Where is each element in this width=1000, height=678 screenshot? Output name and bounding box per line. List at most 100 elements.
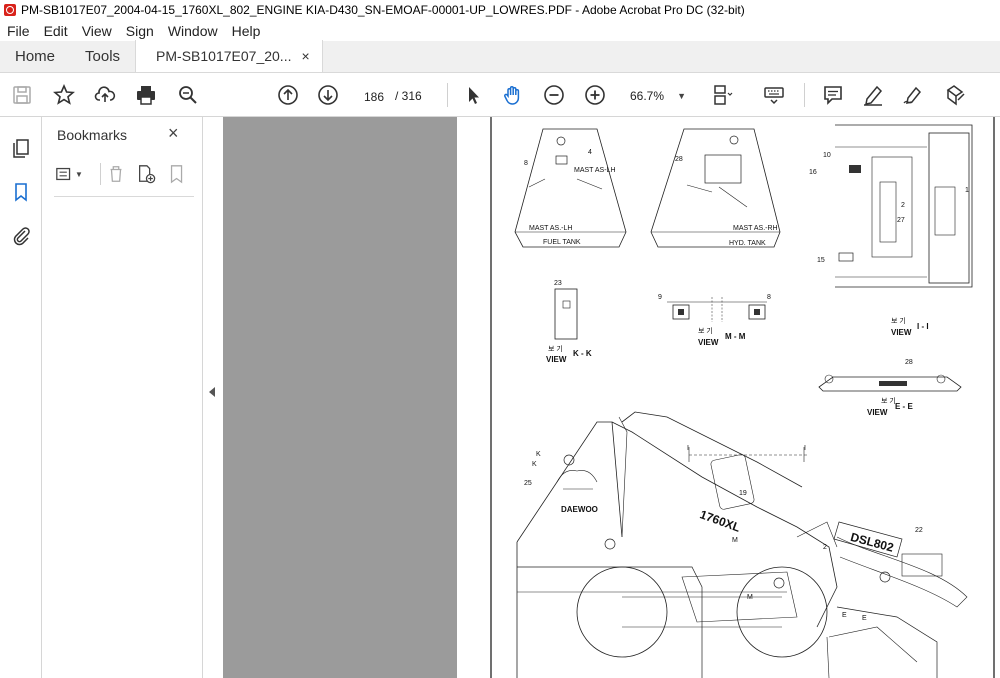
callout-2-lower: 2 (823, 544, 827, 551)
tab-document[interactable]: PM-SB1017E07_20... × (135, 40, 323, 72)
panel-splitter[interactable] (203, 117, 223, 678)
zoom-level-value: 66.7% (630, 89, 665, 103)
save-icon[interactable] (10, 83, 34, 107)
chevron-down-icon[interactable]: ▼ (74, 163, 84, 185)
fill-and-sign-icon[interactable] (943, 83, 967, 107)
view-mm-id: M - M (725, 332, 746, 341)
view-kk-label: VIEW (546, 355, 567, 364)
callout-16: 16 (809, 169, 817, 176)
acrobat-app-icon (4, 4, 16, 16)
view-mm-label: VIEW (698, 338, 719, 347)
section-mark-k-upper: K (532, 461, 537, 468)
page-count: / 316 (395, 89, 422, 103)
star-icon[interactable] (52, 83, 76, 107)
callout-9: 9 (658, 294, 662, 301)
label-mast-rh-lower: MAST AS.-RH (733, 225, 778, 232)
bookmarks-title: Bookmarks (57, 127, 128, 143)
delete-icon[interactable] (105, 163, 127, 185)
callout-4: 8 (524, 160, 528, 167)
select-cursor-icon[interactable] (462, 83, 486, 107)
window-title: PM-SB1017E07_2004-04-15_1760XL_802_ENGIN… (21, 3, 745, 17)
tab-tools[interactable]: Tools (70, 40, 135, 72)
section-mark-m-lower: M (747, 594, 753, 601)
callout-19: 22 (915, 527, 923, 534)
new-bookmark-icon[interactable] (135, 163, 157, 185)
loader-drawing (516, 411, 968, 678)
callout-10: 10 (823, 152, 831, 159)
view-ii-label: VIEW (891, 328, 912, 337)
toolbar-divider (804, 83, 805, 107)
menu-help[interactable]: Help (225, 23, 268, 39)
close-icon[interactable]: × (168, 123, 179, 144)
page-number-input[interactable]: 186 (357, 85, 391, 107)
comment-icon[interactable] (821, 83, 845, 107)
main-toolbar: 186 / 316 66.7% ▼ (0, 73, 1000, 117)
decal-model: 1760XL (698, 507, 742, 535)
bookmark-properties-icon[interactable] (166, 163, 188, 185)
section-mark-i-left: I (687, 445, 689, 452)
view-ii-id: I - I (917, 322, 929, 331)
bookmark-icon[interactable] (9, 180, 33, 204)
menu-sign[interactable]: Sign (119, 23, 161, 39)
menu-window[interactable]: Window (161, 23, 225, 39)
bookmarks-toolbar: ▼ (54, 163, 194, 197)
window-titlebar: PM-SB1017E07_2004-04-15_1760XL_802_ENGIN… (0, 0, 1000, 20)
print-icon[interactable] (134, 83, 158, 107)
tab-close-icon[interactable]: × (301, 48, 309, 64)
label-hyd-tank: HYD. TANK (729, 240, 766, 247)
tab-bar: Home Tools PM-SB1017E07_20... × (0, 40, 1000, 73)
section-mark-m-upper: M (732, 537, 738, 544)
view-kk-korean: 보 기 (548, 344, 563, 353)
zoom-search-icon[interactable] (176, 83, 200, 107)
view-ee-korean: 보 기 (881, 396, 896, 405)
view-kk-drawing (554, 288, 578, 340)
callout-22: 23 (554, 280, 562, 287)
menu-file[interactable]: File (0, 23, 37, 39)
page-layout-icon[interactable] (710, 83, 734, 107)
hand-tool-icon[interactable] (501, 83, 525, 107)
page-drawing: 8 4 MAST AS-LH MAST AS.-LH FUEL TANK 28 … (490, 117, 995, 678)
keyboard-icon[interactable] (762, 83, 786, 107)
view-ee-drawing (818, 374, 962, 392)
previous-page-icon[interactable] (276, 83, 300, 107)
view-ee-id: E - E (895, 402, 913, 411)
tab-document-label: PM-SB1017E07_20... (156, 48, 292, 64)
page-thumbnails-icon[interactable] (9, 136, 33, 160)
cloud-upload-icon[interactable] (93, 83, 117, 107)
section-mark-e-left: E (842, 612, 847, 619)
next-page-icon[interactable] (316, 83, 340, 107)
bookmarks-panel: Bookmarks × ▼ (42, 117, 203, 678)
attachment-icon[interactable] (9, 223, 33, 247)
zoom-out-icon[interactable] (542, 83, 566, 107)
pdf-page[interactable]: 8 4 MAST AS-LH MAST AS.-LH FUEL TANK 28 … (457, 117, 1000, 678)
section-mark-e-right: E (862, 615, 867, 622)
menu-edit[interactable]: Edit (37, 23, 75, 39)
document-background (223, 117, 457, 678)
navigation-rail (0, 117, 42, 678)
callout-3: 4 (588, 149, 592, 156)
decal-brand: DAEWOO (561, 505, 598, 514)
bookmark-options-icon[interactable] (54, 163, 76, 185)
callout-25: 25 (524, 480, 532, 487)
label-mast-lh-lower: MAST AS.-LH (529, 225, 572, 232)
zoom-in-icon[interactable] (583, 83, 607, 107)
callout-15: 15 (817, 257, 825, 264)
view-mm-drawing (667, 297, 767, 322)
bookmarks-divider (100, 163, 101, 185)
view-ii-korean: 보 기 (891, 316, 906, 325)
view-ee-label: VIEW (867, 408, 888, 417)
callout-2: 2 (901, 202, 905, 209)
section-mark-i-right: I (804, 445, 806, 452)
collapse-arrow-icon[interactable] (209, 387, 215, 397)
highlight-pen-icon[interactable] (861, 83, 885, 107)
callout-1: 1 (965, 187, 969, 194)
zoom-level-dropdown[interactable]: 66.7% ▼ (620, 85, 690, 107)
sign-icon[interactable] (901, 83, 925, 107)
section-mark-k-lower: K (536, 451, 541, 458)
menu-view[interactable]: View (75, 23, 119, 39)
callout-28: 28 (905, 359, 913, 366)
callout-27: 27 (897, 217, 905, 224)
label-fuel-tank: FUEL TANK (543, 239, 581, 246)
tab-home[interactable]: Home (0, 40, 70, 72)
menu-bar: File Edit View Sign Window Help (0, 20, 1000, 41)
